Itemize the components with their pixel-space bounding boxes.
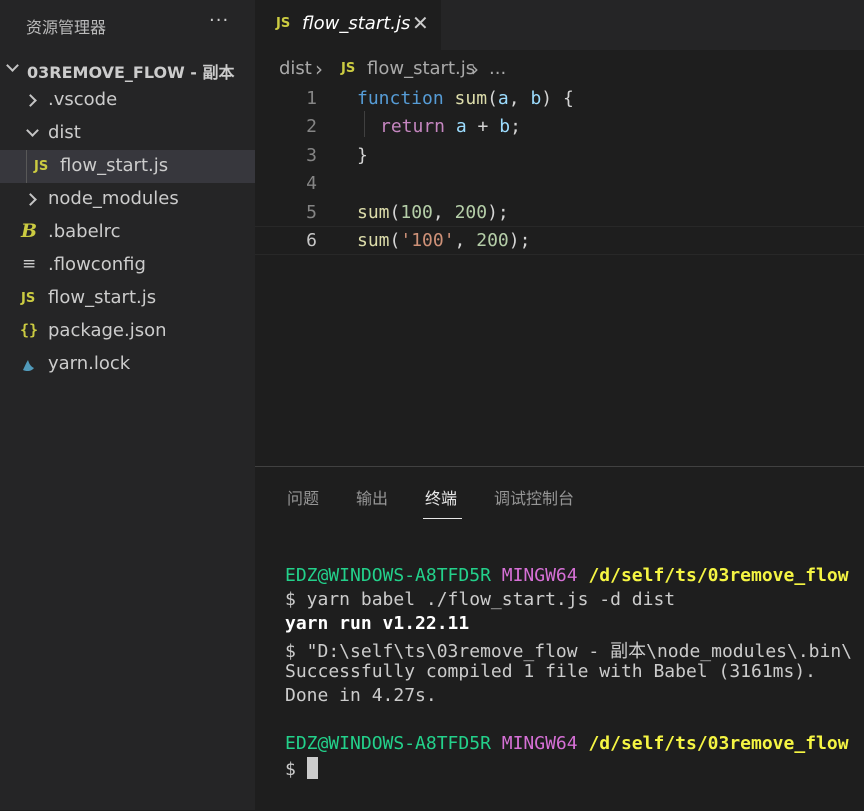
tree-item-flowconfig[interactable]: ≡ .flowconfig xyxy=(0,249,255,282)
terminal-cursor xyxy=(306,757,318,779)
code-text: sum(100, 200); xyxy=(357,202,509,223)
tree-item-label: dist xyxy=(48,122,81,143)
indent-guide xyxy=(26,150,27,183)
code-line: 4 xyxy=(255,170,864,199)
tree-item-dist-flow-start[interactable]: JS flow_start.js xyxy=(0,150,255,183)
js-file-icon: JS xyxy=(276,16,291,31)
json-braces-icon: {} xyxy=(20,321,39,339)
indent-guide xyxy=(364,111,365,137)
tree-item-label: .flowconfig xyxy=(48,254,146,275)
tree-item-label: .vscode xyxy=(48,89,118,110)
editor-tabbar: JS flow_start.js ✕ xyxy=(255,0,864,50)
tree-item-yarn-lock[interactable]: yarn.lock xyxy=(0,348,255,381)
terminal-line: Successfully compiled 1 file with Babel … xyxy=(285,661,817,682)
line-number: 5 xyxy=(306,202,317,223)
config-lines-icon: ≡ xyxy=(22,254,37,274)
babel-icon: B xyxy=(21,220,38,242)
tree-item-flow-start[interactable]: JS flow_start.js xyxy=(0,282,255,315)
tab-problems[interactable]: 问题 xyxy=(287,485,319,509)
code-text: sum('100', 200); xyxy=(357,230,531,251)
root-folder-label: 03REMOVE_FLOW - 副本 xyxy=(27,63,235,82)
chevron-right-icon: › xyxy=(471,57,479,81)
chevron-down-icon xyxy=(26,124,39,137)
tree-item-label: package.json xyxy=(48,320,167,341)
tree-item-node-modules[interactable]: node_modules xyxy=(0,183,255,216)
line-number: 4 xyxy=(306,173,317,194)
tab-flow-start[interactable]: JS flow_start.js ✕ xyxy=(255,0,441,50)
line-number: 2 xyxy=(306,116,317,137)
tree-item-label: flow_start.js xyxy=(48,287,157,308)
tab-debug-console[interactable]: 调试控制台 xyxy=(494,485,574,509)
terminal-line: $ yarn babel ./flow_start.js -d dist xyxy=(285,589,676,610)
terminal-line: $ "D:\self\ts\03remove_flow - 副本\node_mo… xyxy=(285,641,853,662)
tab-output[interactable]: 输出 xyxy=(356,485,388,509)
code-line: 2 return a + b; xyxy=(255,113,864,142)
tree-item-label: .babelrc xyxy=(48,221,121,242)
tree-item-babelrc[interactable]: B .babelrc xyxy=(0,216,255,249)
terminal-line: yarn run v1.22.11 xyxy=(285,613,470,634)
js-file-icon: JS xyxy=(21,291,36,306)
code-text: } xyxy=(357,145,368,166)
code-line: 5 sum(100, 200); xyxy=(255,199,864,228)
tree-item-package-json[interactable]: {} package.json xyxy=(0,315,255,348)
code-line-current: 6 sum('100', 200); xyxy=(255,226,864,255)
breadcrumb-file[interactable]: flow_start.js xyxy=(367,58,475,79)
breadcrumb-more[interactable]: ... xyxy=(489,58,506,79)
chevron-right-icon xyxy=(24,193,37,206)
explorer-sidebar: 资源管理器 ··· 03REMOVE_FLOW - 副本 .vscode dis… xyxy=(0,0,255,810)
chevron-right-icon: › xyxy=(315,57,323,81)
active-tab-indicator xyxy=(423,518,462,519)
tree-item-label: node_modules xyxy=(48,188,179,209)
breadcrumb-folder[interactable]: dist xyxy=(279,58,312,79)
js-file-icon: JS xyxy=(341,61,356,76)
terminal-prompt: $ xyxy=(285,757,318,780)
chevron-down-icon xyxy=(6,59,19,72)
code-text: return a + b; xyxy=(380,116,521,137)
tree-item-vscode[interactable]: .vscode xyxy=(0,84,255,117)
code-text: function sum(a, b) { xyxy=(357,88,574,109)
root-folder[interactable]: 03REMOVE_FLOW - 副本 xyxy=(0,52,255,85)
ellipsis-icon[interactable]: ··· xyxy=(209,10,229,31)
chevron-right-icon xyxy=(24,94,37,107)
close-icon[interactable]: ✕ xyxy=(412,11,429,35)
bottom-panel: 问题 输出 终端 调试控制台 EDZ@WINDOWS-A8TFD5R MINGW… xyxy=(255,466,864,811)
line-number: 6 xyxy=(306,230,317,251)
code-line: 1 function sum(a, b) { xyxy=(255,85,864,114)
terminal-line: EDZ@WINDOWS-A8TFD5R MINGW64 /d/self/ts/0… xyxy=(285,565,849,586)
tree-item-label: yarn.lock xyxy=(48,353,131,374)
terminal-line: Done in 4.27s. xyxy=(285,685,437,706)
tree-item-label: flow_start.js xyxy=(60,155,169,176)
line-number: 1 xyxy=(306,88,317,109)
line-number: 3 xyxy=(306,145,317,166)
js-file-icon: JS xyxy=(34,159,49,174)
tab-terminal[interactable]: 终端 xyxy=(425,485,457,509)
tree-item-dist[interactable]: dist xyxy=(0,117,255,150)
explorer-title: 资源管理器 xyxy=(26,18,107,37)
terminal-line: EDZ@WINDOWS-A8TFD5R MINGW64 /d/self/ts/0… xyxy=(285,733,849,754)
yarn-icon xyxy=(23,360,34,372)
code-line: 3 } xyxy=(255,142,864,171)
tab-title: flow_start.js xyxy=(302,13,411,34)
